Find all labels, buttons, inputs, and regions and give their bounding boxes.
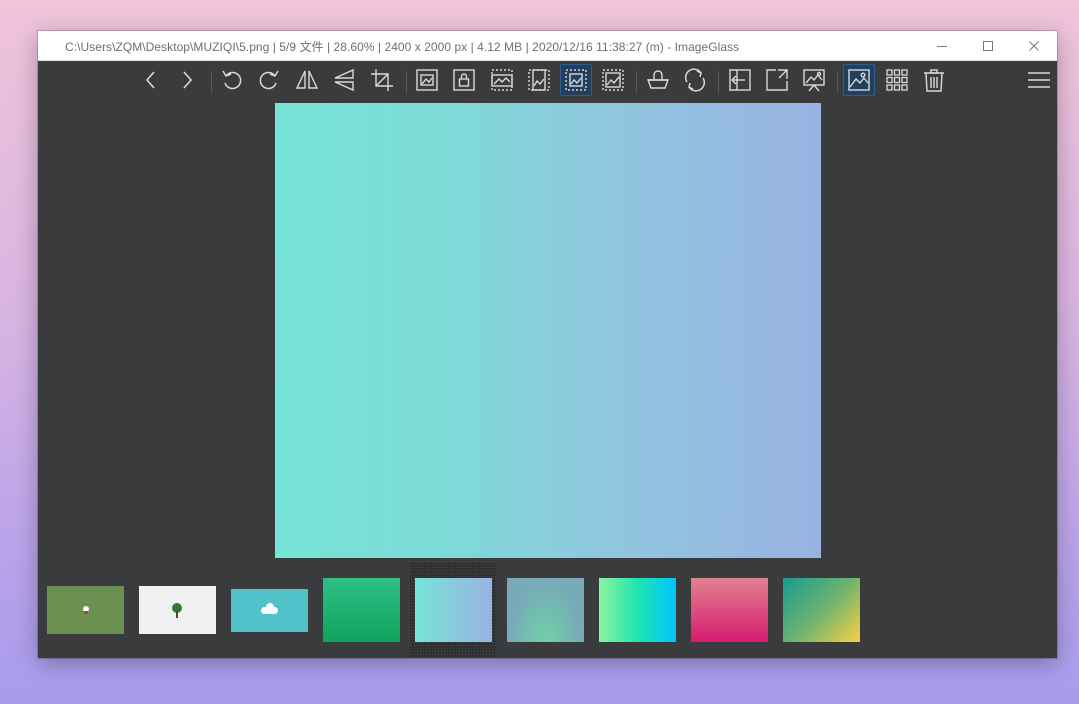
thumbnail-item[interactable] <box>134 563 220 657</box>
auto-zoom-button[interactable] <box>411 64 443 96</box>
scale-to-height-button[interactable] <box>523 64 555 96</box>
close-button[interactable] <box>1011 31 1057 60</box>
grid-icon <box>886 69 908 91</box>
auto-zoom-icon <box>416 69 438 91</box>
scale-to-fill-button[interactable] <box>597 64 629 96</box>
scale-to-height-icon <box>528 69 550 91</box>
thumbnail-item[interactable] <box>502 563 588 657</box>
cloud-puff <box>265 602 274 611</box>
thumbnail-image <box>414 578 492 642</box>
slideshow-icon <box>803 69 825 92</box>
main-menu-button[interactable] <box>1023 64 1055 96</box>
thumbnail-image <box>322 578 400 642</box>
thumbnail-image <box>46 586 124 634</box>
rotate-right-button[interactable] <box>253 64 285 96</box>
checkerboard-button[interactable] <box>642 64 674 96</box>
close-icon <box>1029 40 1039 51</box>
flip-vertical-icon <box>334 68 354 92</box>
thumbnail-image <box>782 578 860 642</box>
open-file-button[interactable] <box>724 64 756 96</box>
refresh-button[interactable] <box>679 64 711 96</box>
fullscreen-button[interactable] <box>761 64 793 96</box>
window-title: C:\Users\ZQM\Desktop\MUZIQI\5.png | 5/9 … <box>65 40 740 54</box>
crop-icon <box>371 69 393 91</box>
thumbnail-item[interactable] <box>42 563 128 657</box>
flip-vertical-button[interactable] <box>328 64 360 96</box>
rotate-left-icon <box>222 70 242 90</box>
thumbnail-bar <box>38 561 1057 658</box>
next-image-button[interactable] <box>171 64 203 96</box>
app-window: C:\Users\ZQM\Desktop\MUZIQI\5.png | 5/9 … <box>38 31 1057 658</box>
menu-icon <box>1028 72 1050 88</box>
flip-horizontal-icon <box>295 70 319 89</box>
toolbar-separator <box>718 71 719 93</box>
thumbnail-item[interactable] <box>226 563 312 657</box>
thumbnail-bar-icon <box>848 69 870 91</box>
rotate-right-icon <box>259 70 279 90</box>
thumbnail-item-selected[interactable] <box>410 563 496 657</box>
scale-to-fill-icon <box>602 69 624 91</box>
maximize-icon <box>983 40 993 51</box>
refresh-icon <box>684 68 706 92</box>
thumbnail-image <box>138 586 216 634</box>
thumbnail-item[interactable] <box>686 563 772 657</box>
flip-horizontal-button[interactable] <box>291 64 323 96</box>
lock-zoom-icon <box>453 69 475 91</box>
grid-button[interactable] <box>881 64 913 96</box>
image-viewer[interactable] <box>38 101 1057 561</box>
delete-button[interactable] <box>918 64 950 96</box>
chevron-right-icon <box>183 71 193 89</box>
thumbnail-image <box>690 578 768 642</box>
toolbar-separator <box>406 71 407 93</box>
checkerboard-icon <box>646 70 670 89</box>
crop-button[interactable] <box>366 64 398 96</box>
maximize-button[interactable] <box>965 31 1011 60</box>
chevron-left-icon <box>145 71 155 89</box>
minimize-button[interactable] <box>919 31 965 60</box>
previous-image-button[interactable] <box>135 64 167 96</box>
thumbnail-dot-base <box>83 611 88 614</box>
delete-icon <box>924 69 944 92</box>
scale-to-fit-button[interactable] <box>560 64 592 96</box>
title-bar[interactable]: C:\Users\ZQM\Desktop\MUZIQI\5.png | 5/9 … <box>38 31 1057 61</box>
toolbar-separator <box>837 71 838 93</box>
tree-trunk <box>175 611 178 618</box>
thumbnail-bar-button[interactable] <box>843 64 875 96</box>
open-file-icon <box>729 69 751 91</box>
thumbnail-image <box>598 578 676 642</box>
toolbar-separator <box>211 71 212 93</box>
scale-to-width-button[interactable] <box>486 64 518 96</box>
toolbar-separator <box>636 71 637 93</box>
thumbnail-item[interactable] <box>318 563 404 657</box>
thumbnail-item[interactable] <box>778 563 864 657</box>
rotate-left-button[interactable] <box>216 64 248 96</box>
main-image[interactable] <box>275 103 821 558</box>
slideshow-button[interactable] <box>798 64 830 96</box>
thumbnail-image <box>506 578 584 642</box>
minimize-icon <box>937 45 947 47</box>
lock-zoom-button[interactable] <box>448 64 480 96</box>
scale-to-width-icon <box>491 69 513 91</box>
thumbnail-item[interactable] <box>594 563 680 657</box>
scale-to-fit-icon <box>565 69 587 91</box>
toolbar <box>38 61 1057 101</box>
thumbnail-image <box>230 588 308 632</box>
fullscreen-icon <box>766 69 788 91</box>
